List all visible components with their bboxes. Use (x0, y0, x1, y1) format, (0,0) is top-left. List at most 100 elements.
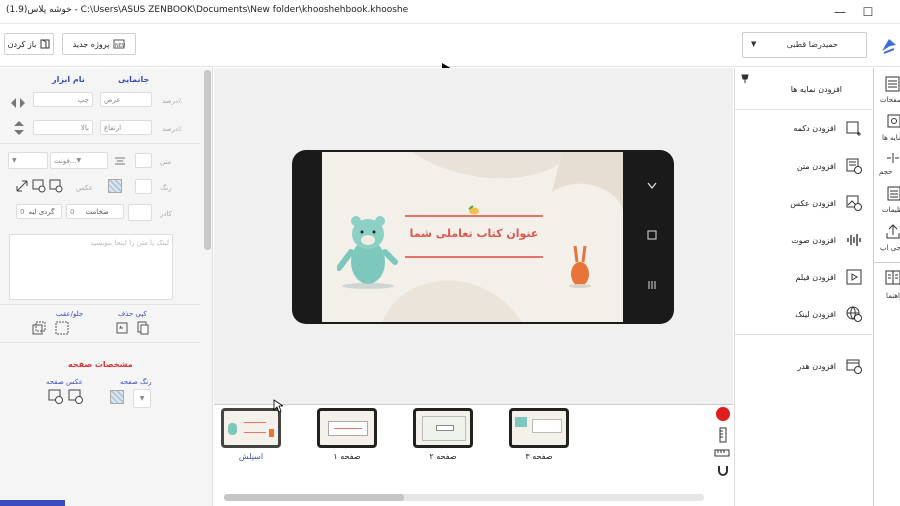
copy-icon[interactable] (136, 321, 150, 335)
tab-help[interactable]: راهنما (874, 266, 900, 306)
height-input[interactable]: ارتفاع (100, 120, 152, 135)
text-add-icon (846, 158, 862, 174)
text-color-swatch[interactable] (135, 153, 152, 168)
item-label: افزودن متن (796, 161, 836, 171)
text-label: متن (160, 158, 172, 166)
page-thumb-splash[interactable]: اسپلش (221, 408, 281, 461)
settings-icon (887, 186, 900, 201)
user-dropdown[interactable]: حمیدرضا قطبی ▼ (742, 32, 867, 58)
image-add-small-icon[interactable] (32, 179, 46, 193)
width-input[interactable]: عرض (100, 92, 152, 107)
thumb-label: اسپلش (238, 452, 264, 461)
thumb-label: صفحه ۱ (333, 452, 361, 461)
page-image-label: عکس صفحه (46, 378, 83, 386)
ruler-horizontal-icon[interactable] (714, 448, 730, 458)
tab-label: راهنما (886, 292, 900, 300)
top-input[interactable]: بالا (33, 120, 93, 135)
add-view-button[interactable]: افزودن نمایه ها (735, 70, 872, 110)
page-color-swatch[interactable] (110, 390, 124, 404)
magnet-icon[interactable] (716, 463, 730, 477)
left-scrollbar[interactable] (204, 70, 211, 250)
tab-views[interactable]: نمایه ها (874, 112, 900, 150)
add-image-item[interactable]: افزودن عکس (790, 195, 862, 211)
audio-add-icon (847, 234, 861, 246)
folder-icon (40, 39, 50, 49)
image-edit-small-icon[interactable] (49, 179, 63, 193)
ruler-vertical-icon[interactable] (717, 427, 729, 443)
button-add-icon (846, 121, 861, 136)
delete-icon[interactable] (115, 321, 129, 335)
tab-settings[interactable]: تنظیمات (874, 184, 900, 222)
thickness-input[interactable]: 0 ضخامت (66, 204, 124, 219)
maximize-button[interactable]: ☐ (854, 2, 882, 22)
align-icon[interactable] (112, 153, 128, 169)
tab-size[interactable]: حجم (874, 150, 900, 184)
textarea-placeholder: لینک یا متن را اینجا بنویسید (90, 239, 169, 247)
left-input[interactable]: چپ (33, 92, 93, 107)
page-thumb-1[interactable]: صفحه ۱ (317, 408, 377, 461)
home-square-icon (647, 230, 657, 240)
tab-label: صفحات (880, 96, 900, 104)
tab-label: خروجی اپ (880, 244, 900, 252)
pages-icon (885, 76, 900, 92)
title-top-line (405, 215, 543, 217)
horizontal-arrows-icon[interactable] (10, 95, 26, 111)
image-label: عکس (76, 184, 93, 192)
send-back-icon[interactable] (32, 321, 46, 335)
mouse-cursor-icon (273, 399, 283, 413)
bear-illustration (337, 216, 398, 289)
border-label: کادر (160, 210, 172, 218)
vertical-arrows-icon[interactable] (11, 120, 27, 136)
open-button[interactable]: باز کردن (4, 33, 54, 55)
window-title: خوشه پلاس(1.9) - C:\Users\ASUS ZENBOOK\D… (6, 5, 409, 15)
add-link-item[interactable]: افزودن لینک (795, 306, 862, 322)
slide-title[interactable]: عنوان کتاب تعاملی شما (405, 227, 543, 240)
transparent-swatch[interactable] (108, 179, 122, 193)
tab-pages[interactable]: صفحات (874, 72, 900, 112)
item-label: افزودن دکمه (793, 123, 836, 133)
page-color-dropdown[interactable]: ▼ (133, 389, 151, 408)
tab-export[interactable]: خروجی اپ (874, 222, 900, 262)
border-color-swatch[interactable] (128, 204, 152, 221)
record-icon[interactable] (716, 407, 730, 421)
new-project-button[interactable]: پروژه جدید NEW (62, 33, 136, 55)
bring-front-icon[interactable] (55, 321, 69, 335)
tab-label: حجم (879, 168, 893, 176)
slide-preview[interactable]: عنوان کتاب تعاملی شما (322, 152, 623, 322)
add-header-item[interactable]: افزودن هدر (797, 358, 862, 374)
radius-input[interactable]: 0 گردی لبه (16, 204, 62, 219)
font-size-select[interactable]: ▼ (8, 152, 48, 169)
color-label: رنگ (160, 184, 172, 192)
bird-illustration (468, 205, 479, 215)
add-button-item[interactable]: افزودن دکمه (793, 120, 862, 136)
bg-color-swatch[interactable] (135, 179, 152, 194)
strip-scrollbar[interactable] (224, 494, 704, 501)
item-label: افزودن صوت (791, 235, 836, 245)
page-thumb-3[interactable]: صفحه ۳ (509, 408, 569, 461)
page-image-edit-icon[interactable] (68, 389, 84, 405)
height-label: ارتفاع (104, 123, 122, 132)
link-add-icon (846, 306, 862, 322)
user-name: حمیدرضا قطبی (786, 40, 838, 49)
minimize-button[interactable]: — (826, 2, 854, 22)
help-book-icon (885, 270, 900, 285)
width-label: عرض (104, 95, 121, 104)
add-audio-item[interactable]: افزودن صوت (791, 232, 862, 248)
resize-icon[interactable] (15, 179, 29, 193)
font-select[interactable]: فونت... ▼ (50, 152, 108, 169)
radius-value: 0 (20, 207, 25, 216)
divider (0, 304, 200, 305)
page-strip: اسپلش صفحه ۱ صفحه ۲ صفحه ۳ (214, 399, 733, 506)
tab-label: تنظیمات (882, 206, 900, 214)
add-video-item[interactable]: افزودن فیلم (795, 269, 862, 285)
progress-indicator (0, 500, 65, 506)
add-text-item[interactable]: افزودن متن (797, 158, 862, 174)
page-image-add-icon[interactable] (48, 389, 64, 405)
position-header: جانمایی (118, 75, 150, 84)
new-file-icon: NEW (113, 39, 125, 49)
chevron-down-icon: ▼ (751, 40, 757, 48)
image-add-icon (846, 195, 862, 211)
link-text-area[interactable]: لینک یا متن را اینجا بنویسید (9, 234, 173, 300)
page-thumb-2[interactable]: صفحه ۲ (413, 408, 473, 461)
thickness-value: 0 (70, 207, 75, 216)
